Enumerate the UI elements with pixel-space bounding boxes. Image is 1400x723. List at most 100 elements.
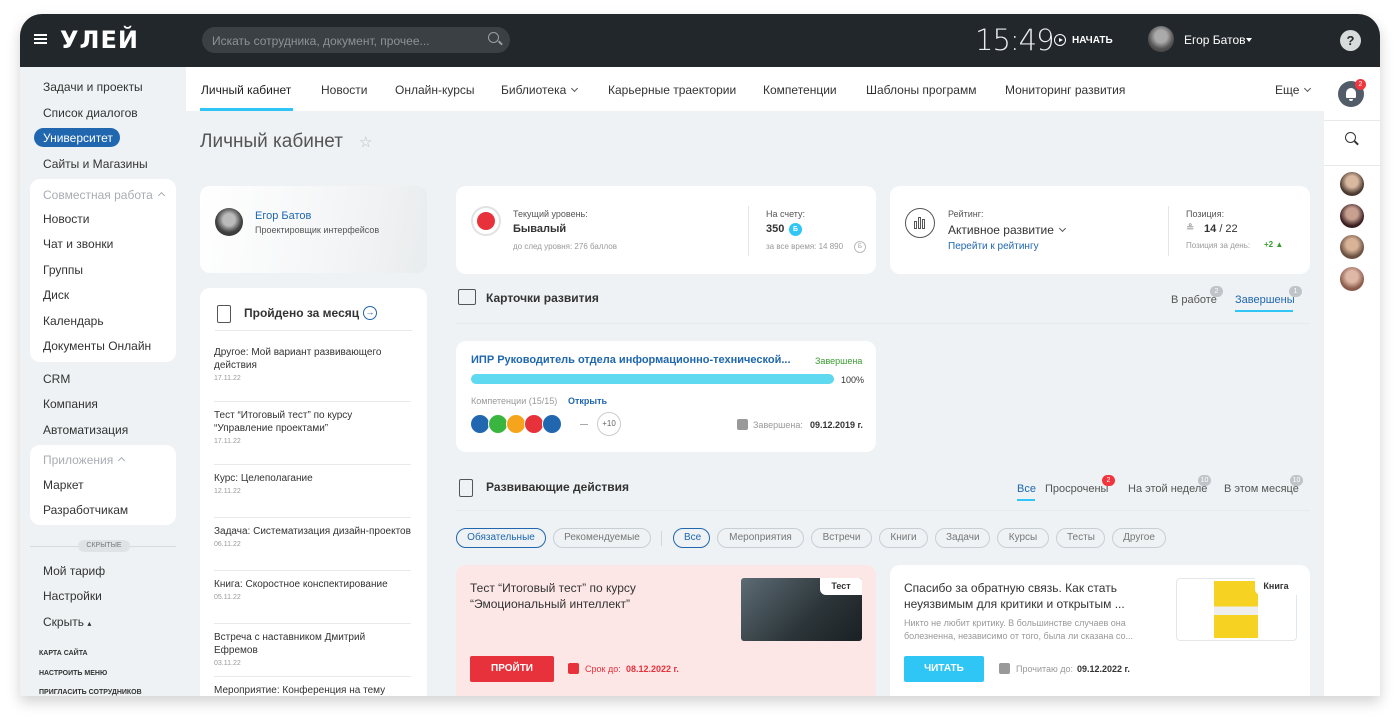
more-competencies[interactable]: +10: [597, 412, 621, 436]
competency-icon[interactable]: [470, 414, 490, 434]
calendar-icon: [568, 663, 579, 674]
user-avatar[interactable]: [1148, 26, 1174, 52]
rating-value[interactable]: Активное развитие: [948, 223, 1066, 237]
filter-this-month[interactable]: В этом месяце: [1224, 483, 1299, 495]
sidebar-item-docs[interactable]: Документы Онлайн: [43, 339, 151, 353]
list-item-date: 12.11.22: [214, 488, 241, 495]
profile-role: Проектировщик интерфейсов: [255, 225, 380, 235]
filter-overdue[interactable]: Просрочены: [1045, 483, 1108, 495]
read-label: Прочитаю до:: [1016, 664, 1074, 674]
sidebar-item-settings[interactable]: Настройки: [43, 589, 102, 603]
development-card[interactable]: ИПР Руководитель отдела информационно-те…: [456, 341, 876, 452]
list-item[interactable]: Другое: Мой вариант развивающего действи…: [214, 346, 411, 382]
sidebar-item-chat[interactable]: Чат и звонки: [43, 237, 113, 251]
list-item[interactable]: Тест “Итоговый тест” по курсу “Управлени…: [214, 409, 411, 445]
search-input[interactable]: Искать сотрудника, документ, прочее...: [202, 27, 510, 53]
sidebar-group-title-collab[interactable]: Совместная работа: [43, 188, 165, 202]
chip-courses[interactable]: Курсы: [997, 528, 1049, 548]
chip-other[interactable]: Другое: [1112, 528, 1166, 548]
progress-track: [471, 374, 834, 384]
sitemap-link[interactable]: КАРТА САЙТА: [39, 650, 88, 657]
action-card-test[interactable]: Тест “Итоговый тест” по курсу “Эмоционал…: [456, 565, 876, 696]
start-day-button[interactable]: НАЧАТЬ: [1072, 35, 1113, 46]
tab-monitoring[interactable]: Мониторинг развития: [1005, 83, 1125, 97]
search-icon[interactable]: [488, 32, 499, 43]
chip-meetings[interactable]: Встречи: [811, 528, 872, 548]
action-card-book[interactable]: Спасибо за обратную связь. Как стать неу…: [890, 565, 1310, 696]
filter-all[interactable]: Все: [1017, 483, 1036, 495]
chip-mandatory[interactable]: Обязательные: [456, 528, 546, 548]
list-item[interactable]: Задача: Систематизация дизайн-проектов 06…: [214, 525, 411, 548]
tab-more[interactable]: Еще: [1275, 83, 1312, 97]
profile-name[interactable]: Егор Батов: [255, 210, 311, 222]
tab-completed[interactable]: Завершены: [1235, 294, 1295, 306]
competency-icon[interactable]: [524, 414, 544, 434]
tab-career[interactable]: Карьерные траектории: [608, 83, 736, 97]
tab-personal[interactable]: Личный кабинет: [201, 83, 291, 97]
tab-news[interactable]: Новости: [321, 83, 367, 97]
read-button[interactable]: ЧИТАТЬ: [904, 656, 984, 682]
development-card-title[interactable]: ИПР Руководитель отдела информационно-те…: [471, 354, 791, 366]
tab-online-courses[interactable]: Онлайн-курсы: [395, 83, 475, 97]
sidebar-item-market[interactable]: Маркет: [43, 478, 84, 492]
chip-tasks[interactable]: Задачи: [935, 528, 990, 548]
profile-card[interactable]: Егор Батов Проектировщик интерфейсов: [200, 186, 427, 273]
sidebar-item-sites[interactable]: Сайты и Магазины: [43, 157, 148, 171]
chip-recommended[interactable]: Рекомендуемые: [553, 528, 651, 548]
chevron-down-icon[interactable]: [1246, 38, 1252, 42]
filter-this-week[interactable]: На этой неделе: [1128, 483, 1207, 495]
rating-link[interactable]: Перейти к рейтингу: [948, 241, 1039, 252]
tab-in-work[interactable]: В работе: [1171, 294, 1217, 306]
star-icon[interactable]: ☆: [359, 133, 372, 151]
divider: [214, 517, 411, 518]
competency-icon[interactable]: [488, 414, 508, 434]
contact-avatar[interactable]: [1340, 267, 1364, 291]
sidebar-item-dialogs[interactable]: Список диалогов: [43, 106, 138, 120]
open-link[interactable]: Открыть: [568, 396, 607, 406]
help-button[interactable]: ?: [1340, 30, 1361, 51]
chip-books[interactable]: Книги: [879, 528, 928, 548]
contact-avatar[interactable]: [1340, 204, 1364, 228]
account-total: за все время: 14 890: [766, 242, 844, 251]
chip-events[interactable]: Мероприятия: [717, 528, 804, 548]
divider: [214, 676, 411, 677]
arrow-right-circle-icon[interactable]: →: [363, 306, 377, 320]
sidebar-group-title-apps[interactable]: Приложения: [43, 453, 126, 467]
sidebar-item-university[interactable]: Университет: [43, 131, 113, 145]
action-title[interactable]: Спасибо за обратную связь. Как стать неу…: [904, 580, 1159, 612]
contact-avatar[interactable]: [1340, 235, 1364, 259]
sidebar-item-crm[interactable]: CRM: [43, 372, 70, 386]
list-item[interactable]: Мероприятие: Конференция на тему "Работа…: [214, 684, 411, 696]
sidebar-item-news[interactable]: Новости: [43, 212, 89, 226]
competency-icon[interactable]: [542, 414, 562, 434]
start-test-button[interactable]: ПРОЙТИ: [470, 656, 554, 682]
play-circle-icon[interactable]: [1054, 34, 1066, 46]
sidebar-item-calendar[interactable]: Календарь: [43, 314, 104, 328]
configure-menu-link[interactable]: НАСТРОИТЬ МЕНЮ: [39, 670, 107, 677]
sidebar-item-automation[interactable]: Автоматизация: [43, 423, 128, 437]
sidebar-item-company[interactable]: Компания: [43, 397, 98, 411]
sidebar-item-tariff[interactable]: Мой тариф: [43, 564, 105, 578]
logo[interactable]: УЛЕЙ: [60, 26, 139, 54]
action-title[interactable]: Тест “Итоговый тест” по курсу “Эмоционал…: [470, 580, 720, 612]
tab-competencies[interactable]: Компетенции: [763, 83, 837, 97]
sidebar-item-groups[interactable]: Группы: [43, 263, 83, 277]
invite-employees-link[interactable]: ПРИГЛАСИТЬ СОТРУДНИКОВ: [39, 689, 142, 696]
sidebar-item-hide[interactable]: Скрыть ▴: [43, 615, 91, 629]
hamburger-menu-icon[interactable]: [34, 34, 47, 44]
list-item[interactable]: Встреча с наставником Дмитрий Ефремов 03.…: [214, 631, 411, 667]
hidden-items-label[interactable]: СКРЫТЫЕ: [78, 540, 130, 552]
chip-tests[interactable]: Тесты: [1056, 528, 1105, 548]
sidebar-item-tasks[interactable]: Задачи и проекты: [43, 80, 143, 94]
contact-avatar[interactable]: [1340, 172, 1364, 196]
sidebar-item-disk[interactable]: Диск: [43, 288, 69, 302]
sidebar-item-developers[interactable]: Разработчикам: [43, 503, 128, 517]
competency-icon[interactable]: [506, 414, 526, 434]
list-item[interactable]: Книга: Скоростное конспектирование 05.11.…: [214, 578, 411, 601]
tab-library[interactable]: Библиотека: [501, 83, 579, 97]
search-icon[interactable]: [1345, 132, 1359, 146]
user-name[interactable]: Егор Батов: [1184, 33, 1246, 47]
list-item[interactable]: Курс: Целеполагание 12.11.22: [214, 472, 411, 495]
tab-templates[interactable]: Шаблоны программ: [866, 83, 976, 97]
chip-all[interactable]: Все: [673, 528, 710, 548]
